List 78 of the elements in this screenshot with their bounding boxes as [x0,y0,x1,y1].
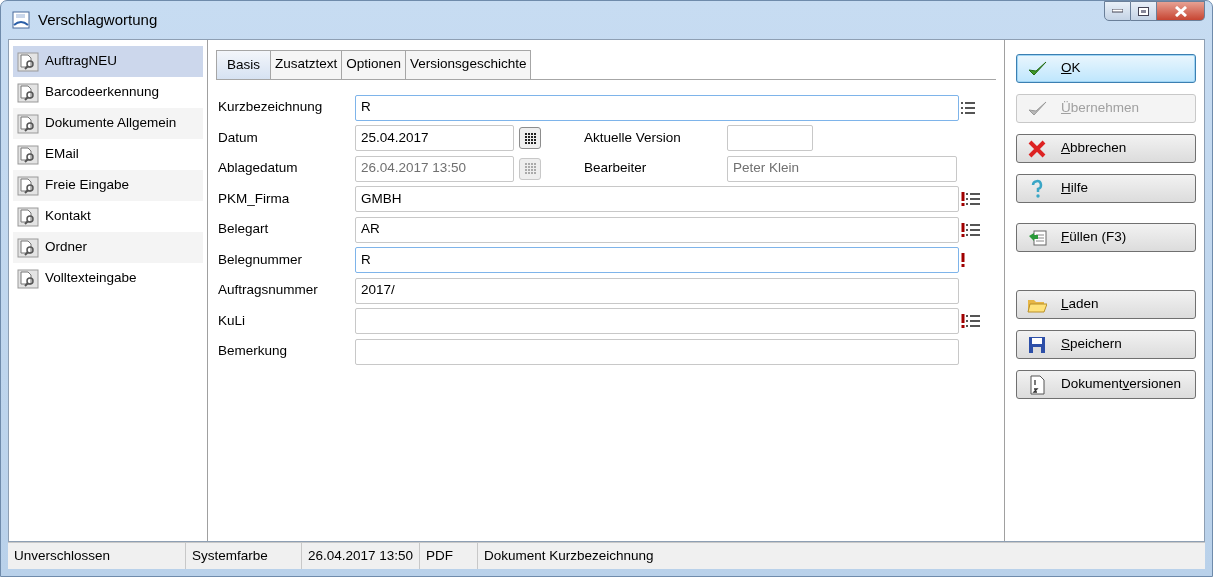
sidebar-item[interactable]: Ordner [13,232,203,263]
input-field[interactable] [355,338,959,365]
input-field[interactable]: R [355,94,959,121]
field-label: Aktuelle Version [584,128,682,147]
dialog-button[interactable]: Abbrechen [1016,134,1196,163]
sidebar-item[interactable]: Dokumente Allgemein [13,108,203,139]
sidebar-item-label: AuftragNEU [45,52,118,71]
list-icon[interactable] [961,100,975,115]
document-search-icon [17,51,39,72]
input-field[interactable]: R [355,247,959,273]
sidebar-item-label: Barcodeerkennung [45,83,160,102]
tab[interactable]: Zusatztext [270,50,343,80]
input-field[interactable]: AR [355,216,959,243]
minimize-icon [1112,9,1123,13]
window-title: Verschlagwortung [38,9,158,30]
cross-icon [1027,138,1047,159]
calendar-button[interactable] [519,127,541,149]
calendar-icon [524,132,536,144]
field-label: PKM_Firma [217,189,291,208]
minimize-button[interactable] [1104,1,1131,21]
field-label: Bemerkung [217,342,289,361]
maximize-button[interactable] [1131,1,1157,21]
field-label: Belegart [217,220,270,239]
document-search-icon [17,175,39,196]
field-label: Auftragsnummer [217,281,319,300]
input-field[interactable]: GMBH [355,186,959,212]
dialog-button[interactable]: Hilfe [1016,174,1196,203]
field-label: Ablagedatum [217,159,299,178]
list-icon[interactable] [966,314,980,328]
maximize-icon [1138,6,1149,16]
field-label: Bearbeiter [584,159,648,178]
document-search-icon [17,113,39,134]
status-text: PDF [420,543,478,569]
close-icon [1174,5,1187,17]
document-search-icon [17,206,39,227]
dialog-button[interactable]: Laden [1016,290,1196,319]
dialog-button[interactable]: Speichern [1016,330,1196,359]
sidebar-item-label: Kontakt [45,207,91,226]
list-icon[interactable] [966,192,980,206]
sidebar-item-label: EMail [45,145,79,164]
sidebar-item[interactable]: AuftragNEU [13,46,203,77]
sidebar-item-label: Freie Eingabe [45,176,130,195]
status-text: 26.04.2017 13:50 [302,543,420,569]
tab[interactable]: Versionsgeschichte [405,50,532,80]
calendar-icon [524,163,536,174]
status-text: Dokument Kurzbezeichnung [483,546,655,565]
document-search-icon [17,268,39,289]
field-label: Belegnummer [217,250,304,269]
dialog-button[interactable]: Dokumentversionen [1016,370,1196,399]
dialog-button[interactable]: OK [1016,54,1196,83]
sidebar-item-label: Ordner [45,238,88,257]
sidebar-item[interactable]: Kontakt [13,201,203,232]
field-label: KuLi [217,311,247,330]
document-icon [1027,374,1047,395]
document-search-icon [17,82,39,103]
sidebar-item[interactable]: EMail [13,139,203,170]
status-text: Unverschlossen [8,543,186,569]
tab[interactable]: Optionen [341,50,407,80]
input-field[interactable] [355,308,959,334]
tab[interactable]: Basis [216,50,271,80]
sidebar-item[interactable]: Volltexteingabe [13,263,203,294]
sidebar-item-label: Volltexteingabe [45,269,137,288]
dialog-button[interactable]: Füllen (F3) [1016,223,1196,252]
sidebar-item[interactable]: Freie Eingabe [13,170,203,201]
close-button[interactable] [1157,1,1205,21]
app-icon [12,11,30,29]
document-search-icon [17,237,39,258]
input-field[interactable]: 2017/ [355,277,959,304]
date-field[interactable]: 25.04.2017 [355,125,514,151]
field-label: Kurzbezeichnung [217,98,324,117]
sidebar-item-label: Dokumente Allgemein [45,114,177,133]
status-text: Systemfarbe [186,543,302,569]
document-arrow-icon [1027,227,1047,248]
list-icon[interactable] [966,222,980,237]
document-search-icon [17,144,39,165]
input-field[interactable] [727,125,813,151]
field-label: Datum [217,128,259,147]
sidebar-item[interactable]: Barcodeerkennung [13,77,203,108]
